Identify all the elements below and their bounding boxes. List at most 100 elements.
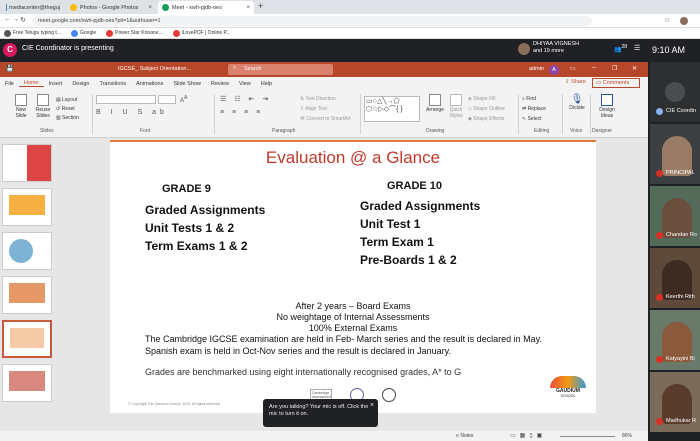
bookmark-item[interactable]: Power Star Konane... bbox=[106, 29, 163, 37]
close-icon[interactable]: ✕ bbox=[632, 65, 637, 72]
url-field[interactable]: meet.google.com/xwh-pjdb-oes?pli=1&authu… bbox=[32, 16, 592, 26]
font-size-box[interactable] bbox=[158, 95, 176, 104]
bookmark-item[interactable]: Free Telugu typing t... bbox=[4, 29, 61, 37]
tab-review[interactable]: Review bbox=[206, 81, 234, 87]
voice-group-label: Voice bbox=[570, 128, 583, 134]
convert-smartart-button[interactable]: ⌘ Convert to SmartArt bbox=[300, 114, 351, 124]
section-button[interactable]: ▥ Section bbox=[56, 114, 79, 123]
comments-button[interactable]: ▭ Comments bbox=[592, 78, 640, 88]
design-ideas-label: Design Ideas bbox=[599, 107, 615, 119]
paragraph-extra: ⇅ Text Direction ⇳ Align Text ⌘ Convert … bbox=[300, 94, 351, 124]
new-tab-icon[interactable]: + bbox=[258, 1, 263, 11]
shapes-gallery[interactable]: ▭○△╲→⬠ ⬡☆▷◇⌒{ } bbox=[364, 96, 420, 122]
browser-tab-meet[interactable]: Meet - xwh-pjdb-oes × bbox=[158, 1, 254, 14]
shape-outline-label: Shape Outline bbox=[473, 106, 505, 112]
tab-insert[interactable]: Insert bbox=[44, 81, 68, 87]
shape-outline-button[interactable]: ◇ Shape Outline bbox=[468, 104, 505, 114]
chat-icon[interactable]: ☰ bbox=[634, 44, 640, 52]
new-slide-button[interactable]: New Slide bbox=[10, 94, 32, 119]
font-name-box[interactable] bbox=[96, 95, 156, 104]
select-button[interactable]: ↖ Select bbox=[522, 114, 546, 124]
arrange-button[interactable]: Arrange bbox=[424, 94, 446, 113]
quick-styles-label: Quick Styles bbox=[449, 107, 463, 119]
participant-tile[interactable]: Katyayini Bi bbox=[650, 310, 700, 370]
participant-tile[interactable]: Chandan Ro bbox=[650, 186, 700, 246]
slide[interactable]: Evaluation @ a Glance GRADE 9 Graded Ass… bbox=[110, 140, 596, 413]
tab-transitions[interactable]: Transitions bbox=[94, 81, 131, 87]
replace-label: Replace bbox=[527, 106, 546, 112]
reuse-slides-icon bbox=[37, 94, 49, 106]
user-avatar[interactable]: A bbox=[549, 65, 559, 75]
slide-thumbnail[interactable] bbox=[2, 276, 52, 314]
align-text-button[interactable]: ⇳ Align Text bbox=[300, 104, 351, 114]
search-input[interactable]: ⌕ Search bbox=[228, 64, 333, 75]
ribbon-tabs: File Home Insert Design Transitions Anim… bbox=[0, 77, 648, 90]
participant-count[interactable]: 👥28 bbox=[614, 44, 627, 53]
quick-styles-button[interactable]: Quick Styles bbox=[446, 94, 466, 119]
tab-home[interactable]: Home bbox=[18, 80, 44, 87]
layout-button[interactable]: ▤ Layout bbox=[56, 96, 79, 105]
browser-tab-photos[interactable]: Photos - Google Photos × bbox=[66, 1, 156, 14]
shape-effects-label: Shape Effects bbox=[473, 116, 505, 122]
google-icon bbox=[71, 29, 78, 37]
tab-help[interactable]: Help bbox=[256, 81, 277, 87]
close-tab-icon[interactable]: × bbox=[246, 5, 250, 11]
back-icon[interactable]: ← bbox=[4, 16, 11, 23]
reset-button[interactable]: ↺ Reset bbox=[56, 105, 79, 114]
slide-thumbnail[interactable] bbox=[2, 364, 52, 402]
font-grow-icon[interactable]: AA bbox=[180, 95, 187, 104]
reload-icon[interactable]: ↻ bbox=[20, 16, 26, 24]
dictate-button[interactable]: 🎙 Dictate bbox=[566, 94, 588, 111]
participant-tile[interactable]: CIE Coordin bbox=[650, 62, 700, 122]
bookmark-icon bbox=[4, 29, 11, 37]
design-ideas-button[interactable]: Design Ideas bbox=[594, 94, 620, 119]
participant-tile[interactable]: Keerthi Rith bbox=[650, 248, 700, 308]
bookmark-item[interactable]: Google bbox=[71, 29, 96, 37]
profile-avatar[interactable] bbox=[680, 17, 688, 25]
toast-close-button[interactable]: × bbox=[370, 402, 374, 409]
participant-name: Katyayini Bi bbox=[666, 356, 695, 362]
bookmark-label: Free Telugu typing t... bbox=[13, 30, 61, 36]
tab-animations[interactable]: Animations bbox=[131, 81, 168, 87]
tab-file[interactable]: File bbox=[0, 81, 19, 87]
share-button[interactable]: ⇪ Share bbox=[565, 79, 586, 85]
align-buttons[interactable]: ≡ ≡ ≡ ≡ bbox=[220, 109, 263, 116]
participant-tile[interactable]: PRINCIPAL bbox=[650, 124, 700, 184]
star-icon[interactable]: ☆ bbox=[664, 16, 670, 24]
dictate-label: Dictate bbox=[569, 105, 585, 111]
editing-group: ⌕ Find ⇄ Replace ↖ Select bbox=[522, 94, 546, 124]
maximize-icon[interactable]: ❐ bbox=[612, 65, 617, 72]
view-buttons[interactable]: ▭▦▯▣ bbox=[510, 432, 546, 439]
presenter-info[interactable]: DHIYAA VIGNESH and 19 more bbox=[533, 41, 579, 55]
slide-top-bar bbox=[110, 140, 596, 142]
text-direction-button[interactable]: ⇅ Text Direction bbox=[300, 94, 351, 104]
search-icon: ⌕ bbox=[233, 65, 237, 71]
tab-view[interactable]: View bbox=[234, 81, 256, 87]
replace-button[interactable]: ⇄ Replace bbox=[522, 104, 546, 114]
presenting-title: CIE Coordinator is presenting bbox=[22, 45, 114, 52]
minimize-icon[interactable]: ─ bbox=[592, 65, 596, 71]
font-style-buttons[interactable]: B I U S ab bbox=[96, 109, 168, 116]
tab-slide-show[interactable]: Slide Show bbox=[168, 81, 206, 87]
notes-button[interactable]: ≡ Notes bbox=[456, 433, 473, 439]
browser-tab-mail[interactable]: mediacenter@theguj bbox=[2, 1, 64, 14]
bookmark-item[interactable]: iLovePDF | Online P... bbox=[172, 29, 230, 37]
save-icon[interactable]: 💾 bbox=[6, 65, 13, 72]
shape-effects-button[interactable]: ◆ Shape Effects bbox=[468, 114, 505, 124]
forward-icon[interactable]: → bbox=[12, 16, 19, 23]
list-buttons[interactable]: ☰ ☷ ⇤ ⇥ bbox=[220, 95, 271, 103]
zoom-slider[interactable] bbox=[560, 436, 615, 437]
slide-thumbnail[interactable] bbox=[2, 232, 52, 270]
slide-thumbnail[interactable] bbox=[2, 188, 52, 226]
participant-tile[interactable]: Madhukar R bbox=[650, 372, 700, 432]
shape-fill-button[interactable]: ◈ Shape Fill bbox=[468, 94, 505, 104]
reuse-slides-button[interactable]: Reuse Slides bbox=[32, 94, 54, 119]
photos-favicon-icon bbox=[70, 4, 77, 11]
find-button[interactable]: ⌕ Find bbox=[522, 94, 546, 104]
grade9-item: Term Exams 1 & 2 bbox=[145, 239, 248, 253]
tab-design[interactable]: Design bbox=[67, 81, 94, 87]
ribbon-display-icon[interactable]: ▭ bbox=[570, 65, 576, 72]
close-tab-icon[interactable]: × bbox=[148, 5, 152, 11]
slide-thumbnail-selected[interactable] bbox=[2, 320, 52, 358]
slide-thumbnail[interactable] bbox=[2, 144, 52, 182]
